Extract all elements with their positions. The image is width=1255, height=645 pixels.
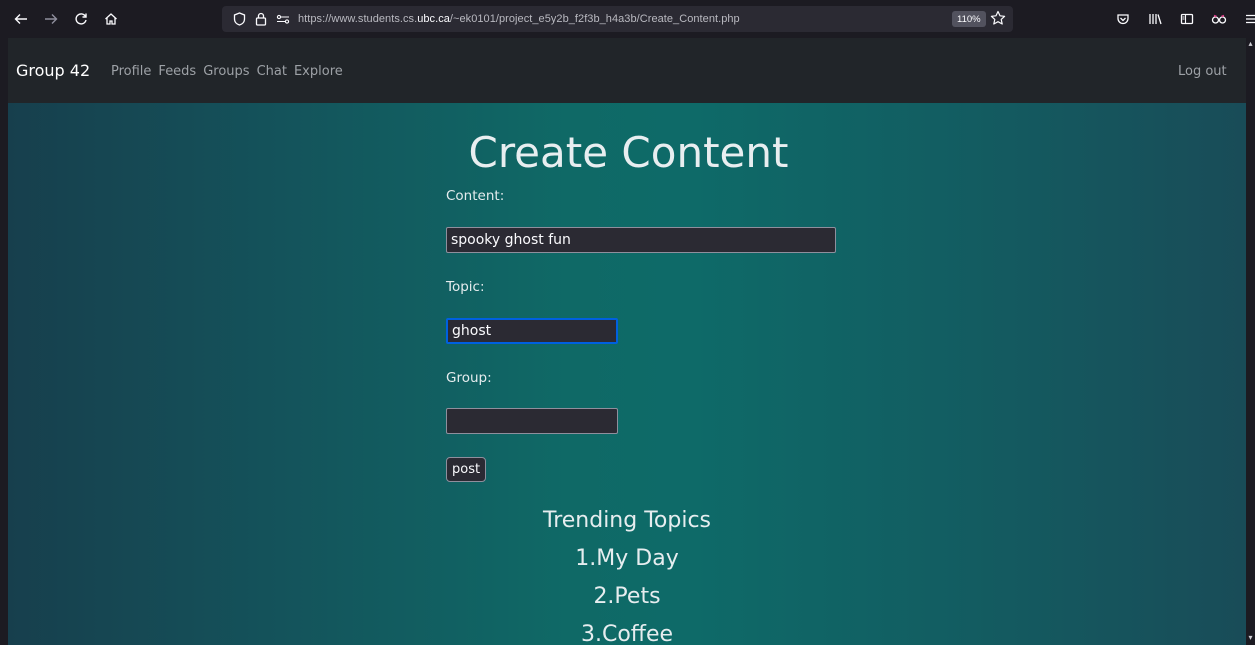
content-label: Content: [446, 188, 505, 204]
page-viewport: Group 42 Profile Feeds Groups Chat Explo… [8, 38, 1246, 645]
library-icon[interactable] [1142, 6, 1168, 32]
forward-icon[interactable] [38, 6, 64, 32]
sidebar-icon[interactable] [1174, 6, 1200, 32]
group-label: Group: [446, 370, 492, 386]
url-prefix: https://www.students.cs. [298, 13, 418, 25]
page-title: Create Content [468, 128, 789, 177]
extension-glasses-icon[interactable] [1206, 6, 1232, 32]
lock-icon[interactable] [252, 10, 270, 28]
home-icon[interactable] [98, 6, 124, 32]
pocket-icon[interactable] [1110, 6, 1136, 32]
content-input[interactable] [446, 227, 836, 253]
zoom-level-badge[interactable]: 110% [952, 11, 986, 27]
menu-hamburger-icon[interactable] [1238, 6, 1255, 32]
topic-label: Topic: [446, 279, 485, 295]
nav-link-chat[interactable]: Chat [257, 64, 287, 79]
nav-links: Profile Feeds Groups Chat Explore [111, 64, 343, 79]
scroll-down-arrow-icon[interactable]: ▾ [1247, 634, 1254, 642]
nav-link-groups[interactable]: Groups [203, 64, 249, 79]
topic-input[interactable] [446, 318, 618, 344]
post-button[interactable]: post [446, 457, 487, 482]
browser-tools [1110, 6, 1255, 32]
trending-topic-item: 2.Pets [593, 584, 661, 609]
url-text[interactable]: https://www.students.cs.ubc.ca/~ek0101/p… [298, 13, 740, 25]
nav-link-profile[interactable]: Profile [111, 64, 151, 79]
brand-link[interactable]: Group 42 [16, 61, 90, 80]
logout-link[interactable]: Log out [1178, 64, 1227, 79]
bookmark-star-icon[interactable] [990, 10, 1006, 30]
nav-link-explore[interactable]: Explore [294, 64, 343, 79]
url-bar[interactable]: https://www.students.cs.ubc.ca/~ek0101/p… [222, 6, 1013, 32]
scroll-up-arrow-icon[interactable]: ▴ [1247, 40, 1254, 48]
scroll-thumb[interactable] [1248, 50, 1253, 628]
nav-link-feeds[interactable]: Feeds [158, 64, 196, 79]
browser-nav-buttons [8, 6, 124, 32]
trending-topic-item: 1.My Day [575, 546, 679, 571]
url-suffix: /~ek0101/project_e5y2b_f2f3b_h4a3b/Creat… [449, 13, 740, 25]
trending-topic-item: 3.Coffee [580, 622, 674, 645]
site-navbar: Group 42 Profile Feeds Groups Chat Explo… [8, 38, 1246, 103]
page-scrollbar[interactable]: ▴ ▾ [1246, 38, 1255, 645]
permissions-icon[interactable] [274, 10, 292, 28]
back-icon[interactable] [8, 6, 34, 32]
tracking-shield-icon[interactable] [230, 10, 248, 28]
url-domain: ubc.ca [417, 13, 450, 25]
group-input[interactable] [446, 408, 618, 434]
browser-toolbar: https://www.students.cs.ubc.ca/~ek0101/p… [0, 0, 1255, 38]
reload-icon[interactable] [68, 6, 94, 32]
trending-topics-heading: Trending Topics [542, 508, 712, 533]
